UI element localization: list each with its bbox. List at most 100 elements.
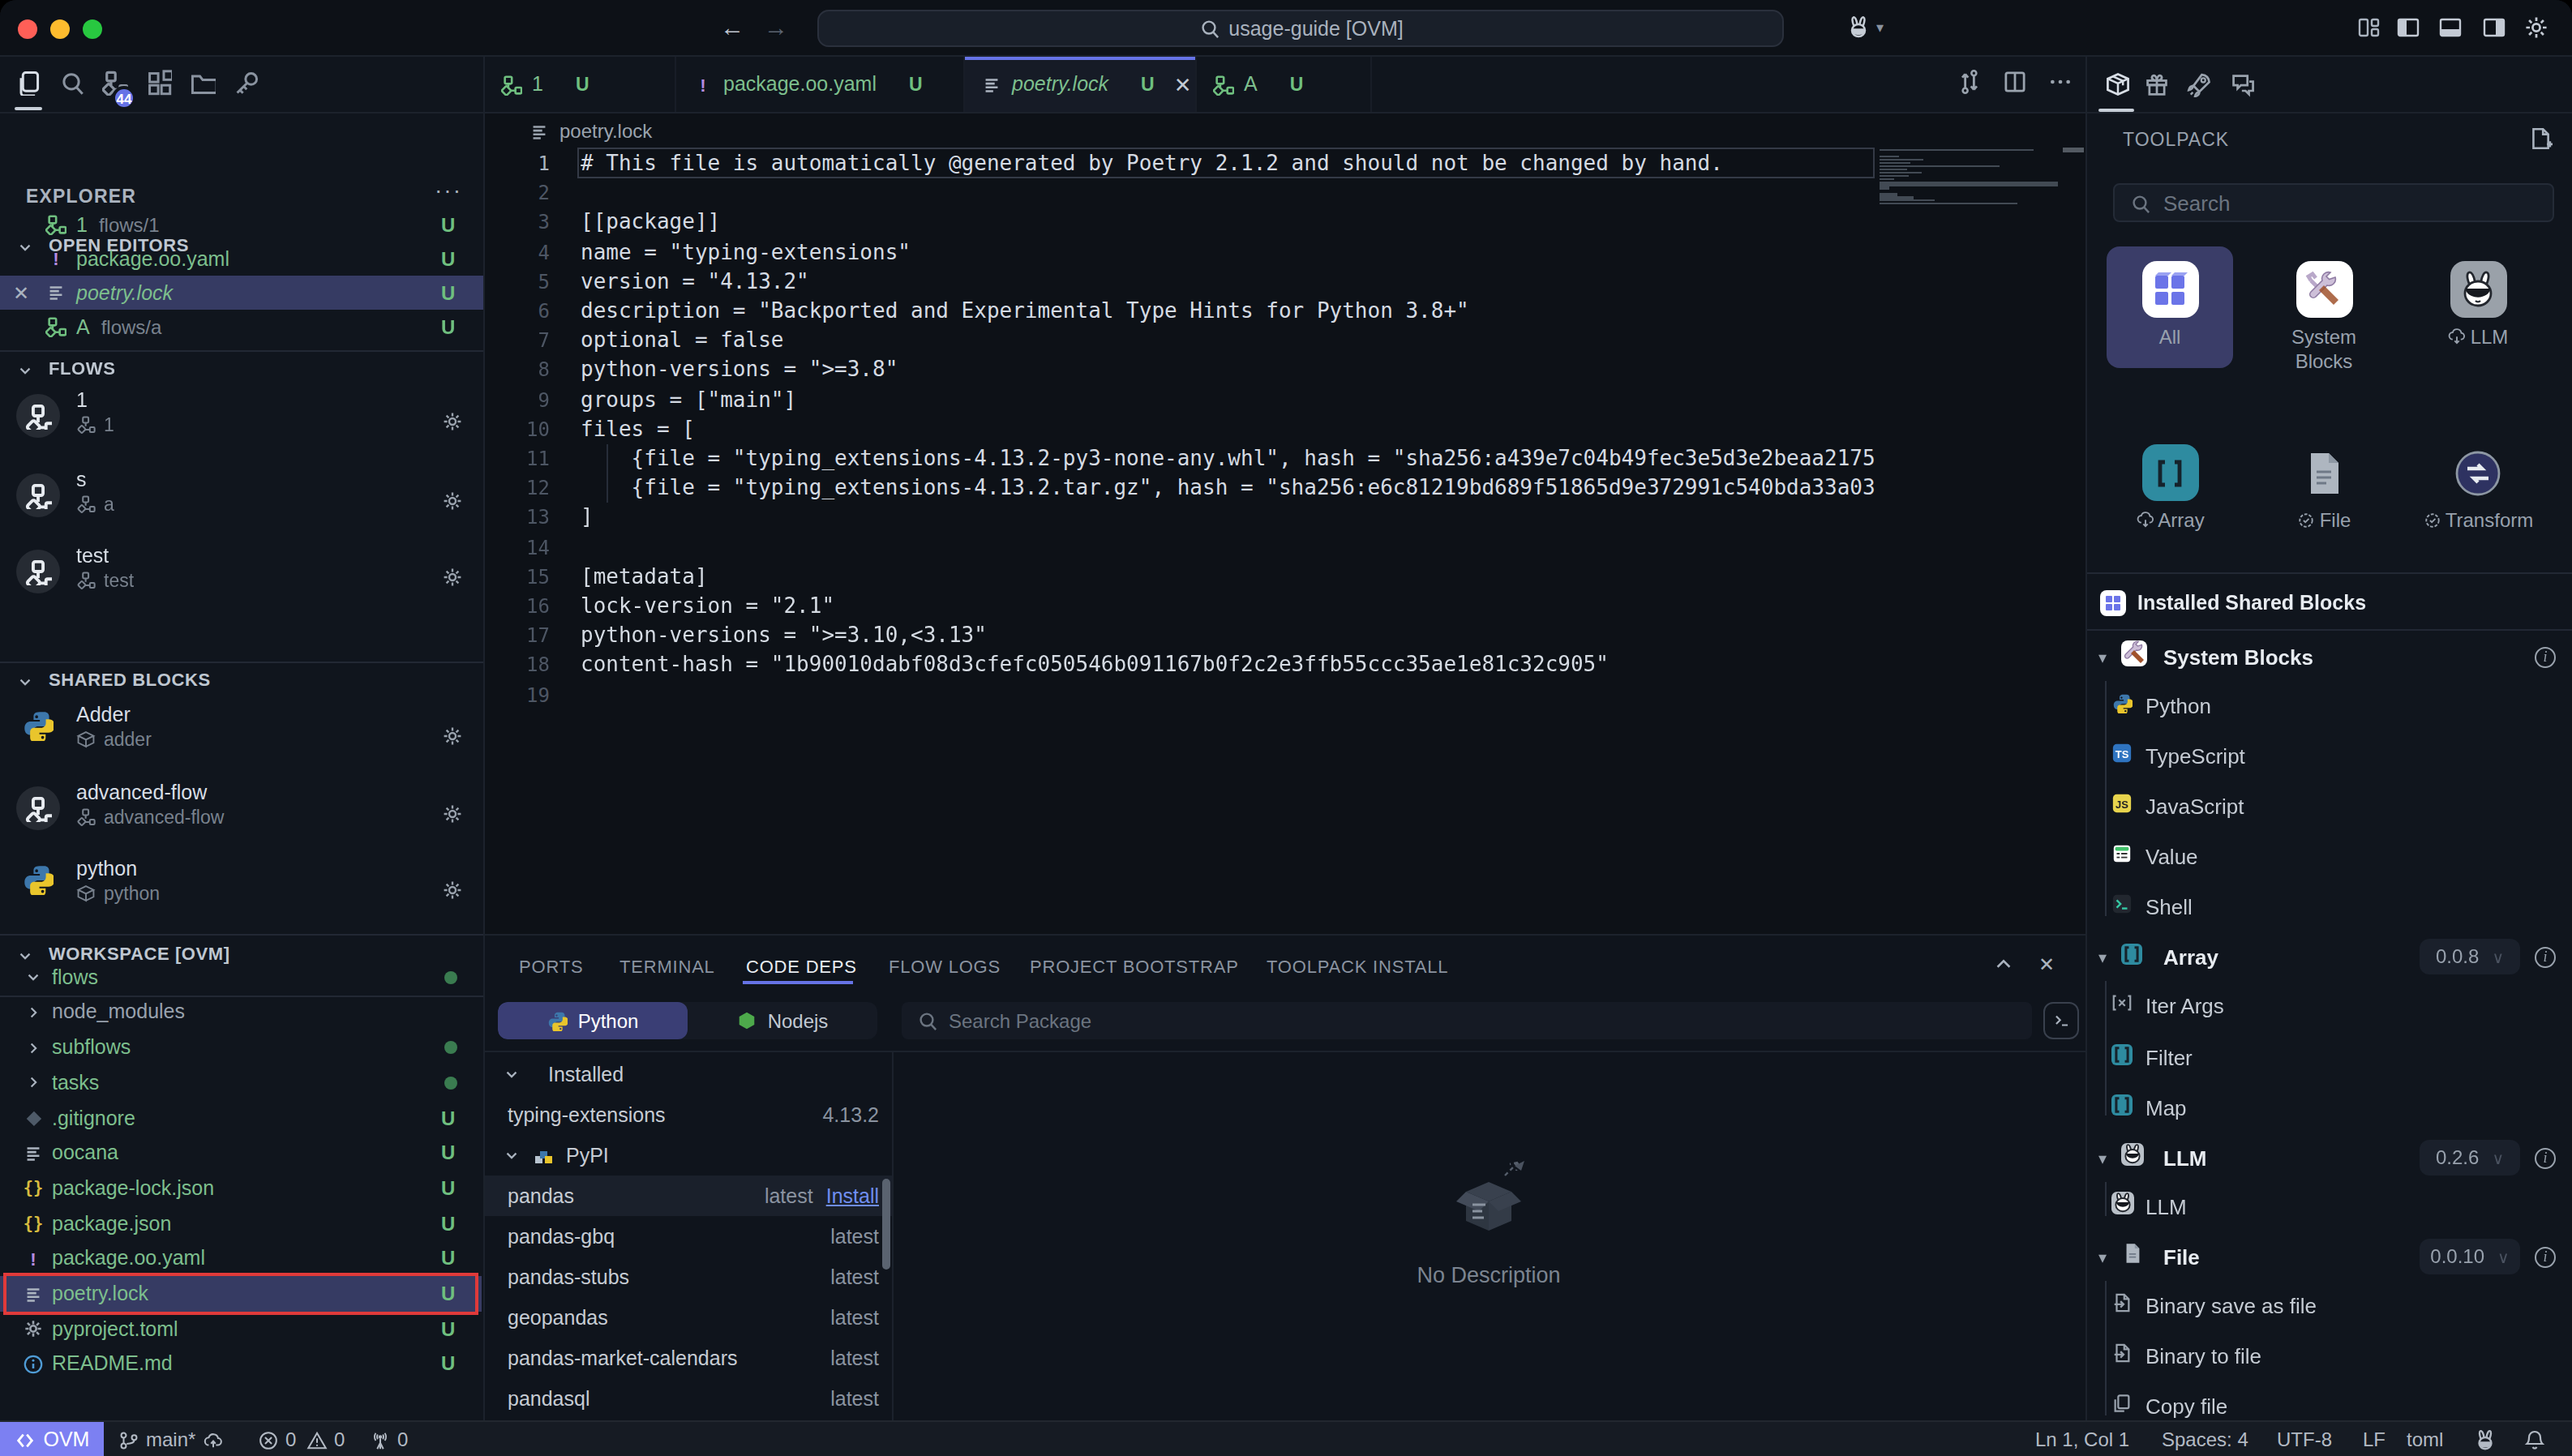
open-editor-item[interactable]: ✕poetry.lockU [0,276,483,310]
panel-tab[interactable]: PROJECT BOOTSTRAP [1030,936,1239,996]
block-group-array[interactable]: ▾Array0.0.8∨i [2087,932,2572,981]
gear-icon[interactable] [441,725,464,754]
eol[interactable]: LF [2363,1422,2386,1456]
block-group-system-blocks[interactable]: ▾System Blocksi [2087,632,2572,681]
package-icon[interactable] [2105,71,2131,104]
toolpack-tile-system-blocks[interactable]: System Blocks [2261,246,2387,388]
toolpack-tile-llm[interactable]: LLM [2415,246,2541,368]
block-group-llm[interactable]: ▾LLM0.2.6∨i [2087,1133,2572,1182]
assistant-status-icon[interactable] [2473,1422,2497,1456]
tree-item-package-lock.json[interactable]: {}package-lock.jsonU [0,1171,482,1205]
tree-item-.gitignore[interactable]: .gitignoreU [0,1101,482,1136]
git-branch[interactable]: main* [118,1422,223,1456]
info-icon[interactable]: i [2535,1246,2556,1267]
tree-item-tasks[interactable]: tasks [0,1065,482,1100]
toolpack-tile-transform[interactable]: Transform [2415,430,2541,550]
split-icon[interactable] [2003,70,2027,101]
lang-nodejs[interactable]: Nodejs [688,1002,877,1039]
tree-item-pyproject.toml[interactable]: pyproject.tomlU [0,1312,482,1347]
tree-item-flows[interactable]: flows [0,960,482,995]
panel-tab[interactable]: TOOLPACK INSTALL [1267,936,1448,996]
package-row[interactable]: pandas-stubslatest [485,1257,892,1297]
version-pill[interactable]: 0.0.10∨ [2420,1239,2520,1274]
block-item-binary-save-as-file[interactable]: Binary save as file [2087,1281,2572,1330]
install-link[interactable]: Install [826,1184,879,1207]
shared-block-title[interactable]: python [76,858,137,880]
list-scrollbar-thumb[interactable] [882,1179,890,1270]
panel-tab[interactable]: CODE DEPS [746,936,857,996]
close-icon[interactable]: ✕ [0,281,42,304]
flow-item-title[interactable]: test [76,545,109,567]
activity-blocks-icon[interactable] [146,70,172,102]
problems-errors[interactable]: 0 [258,1422,296,1456]
block-item-filter[interactable]: Filter [2087,1033,2572,1081]
shared-block-title[interactable]: Adder [76,704,131,726]
panel-tab[interactable]: PORTS [519,936,583,996]
layout-icon[interactable] [2356,15,2382,41]
block-item-binary-to-file[interactable]: Binary to file [2087,1331,2572,1380]
cursor-position[interactable]: Ln 1, Col 1 [2035,1422,2129,1456]
gear-icon[interactable] [441,566,464,595]
package-row[interactable]: geopandaslatest [485,1297,892,1338]
swap-icon[interactable] [1957,70,1982,101]
package-row[interactable]: pandasqllatest [485,1378,892,1419]
new-toolpack-button[interactable] [2528,126,2553,157]
info-icon[interactable]: i [2535,646,2556,667]
gear-icon[interactable] [441,879,464,908]
block-group-file[interactable]: ▾File0.0.10∨i [2087,1232,2572,1281]
installed-group-header[interactable]: Installed [485,1054,892,1094]
minimap-slider[interactable] [2063,148,2084,152]
lang-python[interactable]: Python [498,1002,688,1039]
flow-item-title[interactable]: s [76,468,87,490]
dots-icon[interactable] [2048,70,2073,101]
indentation[interactable]: Spaces: 4 [2162,1422,2248,1456]
tree-item-subflows[interactable]: subflows [0,1030,482,1065]
panel-left-icon[interactable] [2395,15,2421,41]
activity-files-icon[interactable] [15,70,41,102]
activity-search-icon[interactable] [58,70,84,102]
tree-item-node_modules[interactable]: node_modules [0,995,482,1030]
gear-icon[interactable] [441,802,464,831]
block-item-llm[interactable]: LLM [2087,1182,2572,1231]
block-item-typescript[interactable]: TSTypeScript [2087,731,2572,780]
info-icon[interactable]: i [2535,946,2556,967]
tree-item-oocana[interactable]: oocanaU [0,1136,482,1171]
block-item-python[interactable]: Python [2087,681,2572,730]
toolpack-tile-file[interactable]: File [2261,430,2387,550]
editor-tab[interactable]: !package.oo.yamlU [676,57,965,112]
gift-icon[interactable] [2144,71,2170,104]
editor-tab[interactable]: AU [1197,57,1372,112]
forward-button[interactable]: → [764,13,788,41]
assistant-menu[interactable]: ▾ [1845,15,1884,41]
problems-warnings[interactable]: 0 [306,1422,345,1456]
gear-icon[interactable] [441,410,464,439]
collapse-panel-button[interactable] [1993,953,2014,974]
zoom-button[interactable] [83,19,102,38]
package-row[interactable]: pandas-gbqlatest [485,1216,892,1257]
panel-tab[interactable]: FLOW LOGS [889,936,1001,996]
info-icon[interactable]: i [2535,1147,2556,1168]
minimize-button[interactable] [50,19,70,38]
package-row[interactable]: typing-extensions4.13.2 [485,1094,892,1135]
back-button[interactable]: ← [720,13,744,41]
breadcrumb[interactable]: poetry.lock [485,113,2085,149]
encoding[interactable]: UTF-8 [2277,1422,2332,1456]
editor-tab[interactable]: 1U [485,57,676,112]
tree-item-README.md[interactable]: README.mdU [0,1347,482,1381]
block-item-map[interactable]: Map [2087,1083,2572,1132]
ports-indicator[interactable]: 0 [370,1422,408,1456]
gear-icon[interactable] [441,489,464,518]
toolpack-tile-array[interactable]: Array [2107,430,2233,550]
version-pill[interactable]: 0.2.6∨ [2420,1140,2520,1176]
terminal-button[interactable] [2043,1002,2079,1039]
open-editor-item[interactable]: ✕!package.oo.yamlU [0,242,483,276]
editor-tab[interactable]: poetry.lockU✕ [965,57,1197,112]
workspace-search-bar[interactable]: usage-guide [OVM] [817,10,1784,47]
block-item-iter-args[interactable]: Iter Args [2087,981,2572,1030]
tree-item-package.json[interactable]: {}package.jsonU [0,1206,482,1241]
notifications-bell[interactable] [2523,1422,2546,1456]
package-search-input[interactable]: Search Package [902,1002,2032,1039]
settings-gear-icon[interactable] [2523,15,2549,41]
pypi-group-header[interactable]: PyPI [485,1135,892,1176]
activity-folder-icon[interactable] [190,70,216,102]
